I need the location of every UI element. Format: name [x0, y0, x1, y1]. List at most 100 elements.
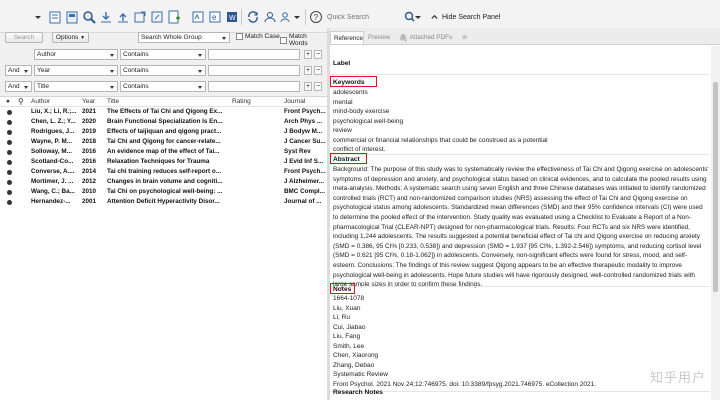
match-case-label: Match Case — [245, 33, 280, 40]
cell-title: Relaxation Techniques for Trauma — [107, 158, 210, 165]
tab-reference[interactable]: Reference — [330, 31, 364, 44]
remove-row-button-2[interactable]: − — [314, 66, 322, 75]
note-line: Zhang, Debao — [333, 361, 375, 369]
upload-icon[interactable] — [116, 9, 130, 24]
read-status-column-icon[interactable]: ● — [6, 98, 10, 105]
search-button[interactable]: Search — [5, 32, 43, 43]
remove-row-button-3[interactable]: − — [314, 82, 322, 91]
attach-paperclip-icon: ⊘ — [462, 34, 468, 41]
reference-fields: Label Keywords adolescents mental mind-b… — [330, 46, 710, 400]
tab-attached-pdfs[interactable]: 🖇 Attached PDFs — [396, 31, 456, 44]
table-row[interactable]: Mortimer, J. ... 2012 Changes in brain vol… — [0, 177, 327, 187]
sync-icon[interactable] — [246, 9, 260, 24]
cell-author: Rodrigues, J... — [31, 128, 75, 135]
field-select-2[interactable]: Year — [34, 65, 118, 76]
tab-preview[interactable]: Preview — [365, 31, 395, 44]
notes-value[interactable]: 1664-1078 Liu, Xuan Li, Ru Cui, Jiabao L… — [333, 294, 596, 389]
online-search-icon[interactable] — [65, 9, 79, 24]
bool-value-3: And — [8, 83, 20, 90]
search-panel: Search Options ▼ Search Whole Group Matc… — [0, 28, 327, 94]
unread-dot-icon — [7, 149, 12, 155]
insert-citation-icon[interactable] — [191, 9, 205, 24]
bool-select-3[interactable]: And — [5, 81, 32, 92]
open-link-icon[interactable] — [150, 9, 164, 24]
find-fulltext-icon[interactable] — [82, 9, 96, 24]
note-line: 1664-1078 — [333, 295, 365, 302]
note-line: Liu, Xuan — [333, 304, 361, 312]
operator-select-1[interactable]: Contains — [120, 49, 206, 60]
add-row-button-1[interactable]: + — [304, 50, 312, 59]
unread-dot-icon — [7, 169, 12, 175]
cell-journal: Front Psych... — [284, 108, 326, 115]
cell-title: Effects of taijiquan and qigong pract... — [107, 128, 222, 135]
cell-title: Tai chi training reduces self-report o..… — [107, 168, 221, 175]
table-row[interactable]: Hernandez-... 2001 Attention Deficit Hyper… — [0, 197, 327, 207]
search-scope-select[interactable]: Search Whole Group — [138, 32, 230, 43]
download-icon[interactable] — [99, 9, 113, 24]
operator-select-2[interactable]: Contains — [120, 65, 206, 76]
match-words-checkbox[interactable]: Match Words — [280, 33, 327, 47]
column-header-journal[interactable]: Journal — [284, 98, 305, 105]
bool-select-2[interactable]: And — [5, 65, 32, 76]
hide-search-panel-label: Hide Search Panel — [442, 13, 501, 21]
hide-search-panel-button[interactable]: Hide Search Panel — [430, 10, 500, 24]
caret-down-icon: ▼ — [80, 34, 86, 41]
library-icon[interactable] — [48, 9, 62, 24]
match-case-checkbox[interactable]: Match Case — [236, 33, 280, 40]
search-dropdown-icon[interactable] — [414, 9, 422, 24]
column-header-author[interactable]: Author — [31, 98, 50, 105]
table-row[interactable]: Solloway, M... 2016 An evidence map of the… — [0, 147, 327, 157]
attachment-column-icon[interactable]: ⚲ — [18, 97, 24, 106]
cell-journal: Syst Rev — [284, 148, 311, 155]
table-row[interactable]: Liu, X.; Li, R.;... 2021 The Effects of Ta… — [0, 107, 327, 117]
table-row[interactable]: Wang, C.; Ba... 2010 Tai Chi on psychologi… — [0, 187, 327, 197]
dropdown-arrow-icon[interactable] — [31, 9, 45, 24]
export-icon[interactable] — [133, 9, 147, 24]
cell-title: Tai Chi and Qigong for cancer-relate... — [107, 138, 221, 145]
word-document-icon[interactable]: W — [225, 9, 239, 24]
note-line: Liu, Fang — [333, 333, 361, 340]
scrollbar-thumb[interactable] — [713, 82, 718, 292]
cell-author: Mortimer, J. ... — [31, 178, 74, 185]
new-reference-icon[interactable] — [167, 9, 181, 24]
tab-attached-pdfs-label: Attached PDFs — [409, 34, 452, 41]
search-term-input-3[interactable] — [208, 81, 300, 92]
unread-dot-icon — [7, 109, 12, 115]
group-dropdown-icon[interactable] — [280, 9, 302, 24]
keyword-item: review — [333, 127, 352, 134]
keywords-value[interactable]: adolescents mental mind-body exercise ps… — [333, 88, 548, 155]
add-row-button-3[interactable]: + — [304, 82, 312, 91]
column-header-title[interactable]: Title — [107, 98, 119, 105]
chevron-up-icon — [431, 14, 438, 19]
field-select-1[interactable]: Author — [34, 49, 118, 60]
cell-year: 2016 — [82, 158, 97, 165]
unread-dot-icon — [7, 159, 12, 165]
cell-year: 2021 — [82, 108, 97, 115]
table-row[interactable]: Scotland-Co... 2016 Relaxation Techniques … — [0, 157, 327, 167]
search-term-input-2[interactable] — [208, 65, 300, 76]
search-button-label: Search — [13, 34, 35, 41]
operator-select-3[interactable]: Contains — [120, 81, 206, 92]
cell-title: Changes in brain volume and cogniti... — [107, 178, 223, 185]
table-row[interactable]: Wayne, P. M... 2018 Tai Chi and Qigong for… — [0, 137, 327, 147]
options-button[interactable]: Options ▼ — [52, 32, 89, 43]
share-icon[interactable] — [263, 9, 277, 24]
attach-file-button[interactable]: ⊘ — [459, 31, 473, 44]
search-term-input-1[interactable] — [208, 49, 300, 60]
note-line: Smith, Lee — [333, 342, 365, 350]
field-select-3[interactable]: Title — [34, 81, 118, 92]
table-row[interactable]: Converse, A.... 2014 Tai chi training redu… — [0, 167, 327, 177]
column-header-year[interactable]: Year — [82, 98, 95, 105]
table-row[interactable]: Chen, L. Z.; Y... 2020 Brain Functional Sp… — [0, 117, 327, 127]
abstract-value[interactable]: Background: The purpose of this study wa… — [333, 165, 709, 290]
format-bibliography-icon[interactable]: e — [208, 9, 222, 24]
column-header-rating[interactable]: Rating — [232, 98, 251, 105]
table-row[interactable]: Rodrigues, J... 2019 Effects of taijiquan … — [0, 127, 327, 137]
keyword-item: mental — [333, 98, 353, 106]
cell-title: Brain Functional Specialization Is En... — [107, 118, 223, 125]
remove-row-button-1[interactable]: − — [314, 50, 322, 59]
add-row-button-2[interactable]: + — [304, 66, 312, 75]
vertical-scrollbar[interactable] — [711, 46, 720, 400]
help-icon[interactable]: ? — [309, 9, 323, 24]
cell-journal: Front Psych... — [284, 168, 326, 175]
